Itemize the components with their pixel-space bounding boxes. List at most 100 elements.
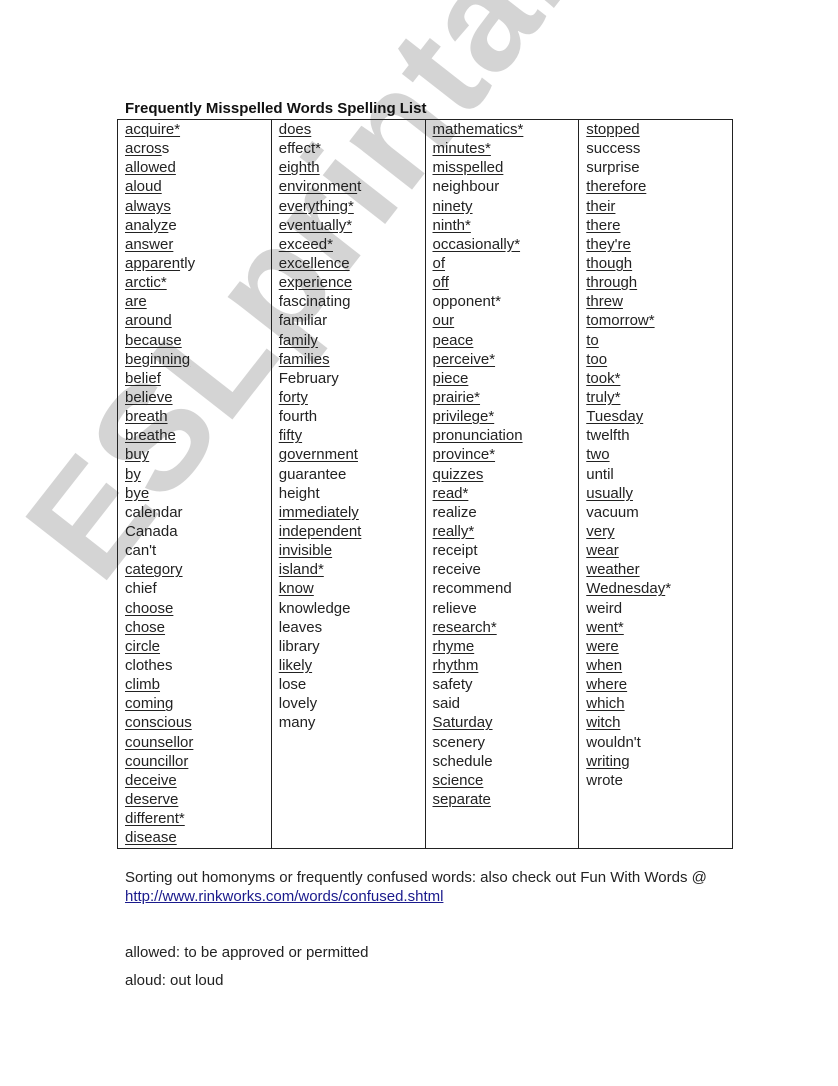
- word-item: minutes*: [433, 139, 579, 158]
- rinkworks-link[interactable]: http://www.rinkworks.com/words/confused.…: [125, 888, 443, 905]
- underlined-part: beginning: [125, 350, 191, 368]
- word-item: coming: [125, 694, 271, 713]
- word-item: buy: [125, 445, 271, 464]
- word-item: misspelled: [433, 158, 579, 177]
- word-item: eventually*: [279, 216, 425, 235]
- word-item: wouldn't: [586, 733, 732, 752]
- underlined-part: minutes*: [432, 140, 491, 158]
- underlined-part: weather: [586, 561, 640, 579]
- plain-part: height: [278, 484, 320, 502]
- underlined-part: though: [586, 254, 633, 272]
- word-item: counsellor: [125, 733, 271, 752]
- word-item: lose: [279, 675, 425, 694]
- word-item: effect*: [279, 139, 425, 158]
- underlined-part: peace: [432, 331, 474, 349]
- plain-part: neighbour: [432, 178, 500, 196]
- underlined-part: immediately: [278, 503, 359, 521]
- underlined-part: therefore: [586, 178, 647, 196]
- plain-part: safety: [432, 676, 473, 694]
- word-item: belief: [125, 369, 271, 388]
- underlined-part: two: [586, 446, 610, 464]
- word-item: choose: [125, 599, 271, 618]
- underlined-part: Tuesday: [586, 408, 644, 426]
- word-item: apparently: [125, 254, 271, 273]
- word-item: which: [586, 694, 732, 713]
- underlined-part: prairie*: [432, 388, 481, 406]
- word-item: writing: [586, 752, 732, 771]
- word-column-4: stopped success surprise therefore their ther…: [579, 120, 732, 848]
- underlined-part: aloud: [125, 178, 162, 196]
- word-item: ninth*: [433, 216, 579, 235]
- word-item: category: [125, 560, 271, 579]
- underlined-part: ninth*: [432, 216, 471, 234]
- word-item: were: [586, 637, 732, 656]
- underlined-part: off: [432, 274, 449, 292]
- plain-part: leaves: [278, 618, 323, 636]
- word-item: February: [279, 369, 425, 388]
- page-title: Frequently Misspelled Words Spelling Lis…: [125, 100, 427, 117]
- word-item: very: [586, 522, 732, 541]
- underlined-part: usually: [586, 484, 633, 502]
- word-item: across: [125, 139, 271, 158]
- word-item: aloud: [125, 177, 271, 196]
- underlined-part: witch: [586, 714, 621, 732]
- underlined-part: apparen: [125, 254, 181, 272]
- underlined-part: always: [125, 197, 171, 215]
- plain-part: schedule: [432, 752, 493, 770]
- underlined-part: councillor: [125, 752, 189, 770]
- word-item: really*: [433, 522, 579, 541]
- underlined-part: eighth: [278, 159, 320, 177]
- word-item: through: [586, 273, 732, 292]
- word-item: around: [125, 311, 271, 330]
- word-item: success: [586, 139, 732, 158]
- underlined-part: too: [586, 350, 608, 368]
- word-item: relieve: [433, 599, 579, 618]
- underlined-part: by: [125, 465, 141, 483]
- word-item: receive: [433, 560, 579, 579]
- word-item: conscious: [125, 713, 271, 732]
- plain-part: February: [278, 369, 339, 387]
- plain-part: wouldn't: [586, 733, 641, 751]
- word-item: bye: [125, 484, 271, 503]
- underlined-part: pronunciation: [432, 427, 523, 445]
- underlined-part: Wednesday: [586, 580, 666, 598]
- underlined-part: Saturday: [432, 714, 493, 732]
- plain-part: wrote: [586, 771, 623, 789]
- word-item: analyze: [125, 216, 271, 235]
- word-item: mathematics*: [433, 120, 579, 139]
- word-item: families: [279, 350, 425, 369]
- word-item: beginning: [125, 350, 271, 369]
- word-item: opponent*: [433, 292, 579, 311]
- word-item: stopped: [586, 120, 732, 139]
- word-column-2: does effect* eighth environment everything* e…: [272, 120, 426, 848]
- word-item: breath: [125, 407, 271, 426]
- underlined-part: rhythm: [432, 656, 479, 674]
- plain-part: Canada: [125, 522, 178, 540]
- word-item: twelfth: [586, 426, 732, 445]
- plain-part: familiar: [278, 312, 328, 330]
- word-item: forty: [279, 388, 425, 407]
- word-item: chief: [125, 579, 271, 598]
- underlined-part: independent: [278, 522, 362, 540]
- plain-part: lose: [278, 676, 307, 694]
- word-item: excellence: [279, 254, 425, 273]
- word-item: separate: [433, 790, 579, 809]
- underlined-part: does: [278, 121, 312, 138]
- underlined-part: they're: [586, 235, 631, 253]
- underlined-part: family: [278, 331, 318, 349]
- plain-part: vacuum: [586, 503, 639, 521]
- word-item: deceive: [125, 771, 271, 790]
- plain-part: until: [586, 465, 614, 483]
- word-item: breathe: [125, 426, 271, 445]
- word-item: can't: [125, 541, 271, 560]
- underlined-part: different*: [125, 810, 185, 828]
- underlined-part: perceive*: [432, 350, 496, 368]
- word-column-3: mathematics* minutes* misspelled neighbour n…: [426, 120, 580, 848]
- word-item: took*: [586, 369, 732, 388]
- underlined-part: eventually*: [278, 216, 353, 234]
- word-item: occasionally*: [433, 235, 579, 254]
- underlined-part: are: [125, 293, 147, 311]
- word-item: surprise: [586, 158, 732, 177]
- word-item: perceive*: [433, 350, 579, 369]
- underlined-part: quizzes: [432, 465, 484, 483]
